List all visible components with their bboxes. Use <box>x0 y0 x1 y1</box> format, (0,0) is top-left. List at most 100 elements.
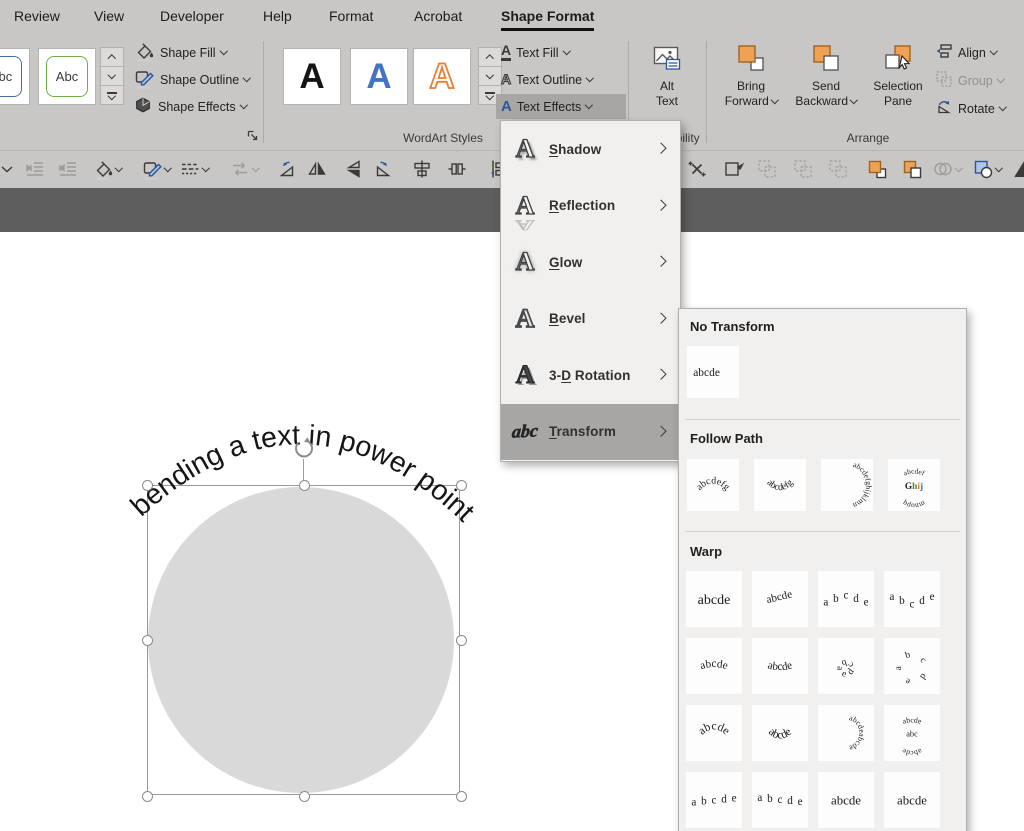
rotate-left-90-icon[interactable] <box>274 158 296 180</box>
menu-tab-format[interactable]: Format <box>329 8 373 24</box>
transform-option-warp-option-15[interactable]: abcde <box>818 772 874 828</box>
transform-option-warp-option-9[interactable]: abcde <box>686 705 742 761</box>
menu-tab-view[interactable]: View <box>94 8 124 24</box>
shape-styles-dialog-launcher[interactable] <box>246 129 259 142</box>
transform-option-warp-option-2[interactable]: abcde <box>752 571 808 627</box>
ribbon-button-shape-effects[interactable]: Shape Effects <box>128 94 251 119</box>
text-fill-icon: A <box>501 44 511 61</box>
resize-handle[interactable] <box>299 791 310 802</box>
transform-option-no-transform[interactable]: abcde <box>687 346 739 398</box>
ribbon-button-align[interactable]: Align <box>930 40 1001 65</box>
transform-option-warp-option-16[interactable]: abcde <box>884 772 940 828</box>
transform-submenu: No Transform abcde Follow Path abcdefgab… <box>678 308 967 831</box>
bring-forward-small-icon[interactable] <box>866 158 888 180</box>
arrow-style-icon <box>229 158 259 180</box>
transform-option-warp-option-1[interactable]: abcde <box>686 571 742 627</box>
menu-tab-developer[interactable]: Developer <box>160 8 224 24</box>
ribbon-button-rotate[interactable]: Rotate <box>930 96 1010 121</box>
svg-text:d: d <box>721 794 727 806</box>
svg-text:abcdefg: abcdefg <box>694 475 732 492</box>
menu-tab-review[interactable]: Review <box>14 8 60 24</box>
selection-pane-icon <box>860 43 936 76</box>
transform-option-warp-option-12[interactable]: abcdeabcabcde <box>884 705 940 761</box>
wordart-style-thumb[interactable]: A <box>283 48 341 105</box>
dash-style-icon[interactable] <box>179 158 209 180</box>
more-options-icon[interactable] <box>0 158 18 180</box>
transform-option-warp-option-13[interactable]: abcde <box>686 772 742 828</box>
resize-handle[interactable] <box>142 791 153 802</box>
svg-text:d: d <box>853 593 859 605</box>
alt-text-button[interactable]: AltText <box>629 43 705 109</box>
resize-handle[interactable] <box>456 480 467 491</box>
ribbon-button-send-backward[interactable]: SendBackward <box>788 43 864 109</box>
resize-handle[interactable] <box>299 480 310 491</box>
svg-text:e: e <box>732 793 737 805</box>
align-center-icon[interactable] <box>411 158 433 180</box>
format-painter-partial-icon[interactable] <box>1012 158 1024 180</box>
menu-tab-acrobat[interactable]: Acrobat <box>414 8 462 24</box>
shape-style-thumb[interactable]: Abc <box>0 48 30 105</box>
svg-text:b: b <box>833 593 839 605</box>
button-label: Align <box>958 46 986 60</box>
button-label: Text Fill <box>516 46 558 60</box>
crop-fit-icon[interactable] <box>686 158 708 180</box>
shape-outline-color-icon[interactable] <box>141 158 171 180</box>
resize-handle[interactable] <box>456 791 467 802</box>
ribbon-button-text-effects[interactable]: AText Effects <box>496 94 626 119</box>
section-divider <box>685 531 960 532</box>
svg-text:Ghij: Ghij <box>905 482 923 492</box>
resize-handle[interactable] <box>456 635 467 646</box>
shape-fill-color-icon[interactable] <box>92 158 122 180</box>
ribbon-button-shape-outline[interactable]: Shape Outline <box>128 67 255 92</box>
transform-option-warp-option-8[interactable]: abcde <box>884 638 940 694</box>
transform-option-warp-option-6[interactable]: abcde <box>752 638 808 694</box>
ribbon-button-selection-pane[interactable]: SelectionPane <box>860 43 936 109</box>
scroll-down-button[interactable] <box>100 66 124 86</box>
flip-vertical-icon[interactable] <box>306 158 328 180</box>
menu-item-glow[interactable]: AGlow <box>501 234 680 291</box>
resize-handle[interactable] <box>142 635 153 646</box>
transform-option-button[interactable]: abcdefGhijmnopq <box>888 459 940 511</box>
rotate-right-90-icon[interactable] <box>374 158 396 180</box>
menu-tab-shape-format[interactable]: Shape Format <box>501 8 594 31</box>
wordart-letter: A <box>429 57 454 97</box>
transform-option-warp-option-3[interactable]: abcde <box>818 571 874 627</box>
transform-option-warp-option-10[interactable]: abcde <box>752 705 808 761</box>
ribbon-button-text-outline[interactable]: AText Outline <box>496 67 626 92</box>
combine-shapes-icon[interactable] <box>972 158 1002 180</box>
rotation-handle[interactable] <box>290 436 316 462</box>
transform-option-warp-option-14[interactable]: abcde <box>752 772 808 828</box>
menu-item-reflection[interactable]: AReflection <box>501 178 680 235</box>
flip-horizontal-icon[interactable] <box>342 158 364 180</box>
chevron-down-icon <box>585 101 593 109</box>
transform-option-arch-down[interactable]: abcdefg <box>754 459 806 511</box>
transform-option-circle[interactable]: abcdefghijklmn <box>821 459 873 511</box>
send-backward-small-icon[interactable] <box>901 158 923 180</box>
menu-item-transform[interactable]: abcTransform <box>501 404 680 461</box>
ribbon-button-bring-forward[interactable]: BringForward <box>713 43 789 109</box>
ribbon-button-text-fill[interactable]: A Text Fill <box>496 40 626 65</box>
gallery-more-button[interactable] <box>100 85 124 105</box>
svg-text:a: a <box>894 665 904 670</box>
ribbon-button-shape-fill[interactable]: Shape Fill <box>128 40 231 65</box>
shape-style-thumb[interactable]: Abc <box>38 48 96 105</box>
section-divider <box>685 419 960 420</box>
transform-option-warp-option-11[interactable]: abcdeabcde <box>818 705 874 761</box>
menu-item-bevel[interactable]: ABevel <box>501 291 680 348</box>
resize-handle[interactable] <box>142 480 153 491</box>
ribbon-button-group: Group <box>930 68 1008 93</box>
menu-tab-help[interactable]: Help <box>263 8 292 24</box>
wordart-curved-text[interactable]: bending a text in power point <box>100 390 520 565</box>
wordart-style-thumb[interactable]: A <box>350 48 408 105</box>
transform-option-warp-option-4[interactable]: abcde <box>884 571 940 627</box>
align-middle-icon[interactable] <box>446 158 468 180</box>
edit-points-icon[interactable] <box>722 158 744 180</box>
scroll-up-button[interactable] <box>100 47 124 67</box>
menu-item-shadow[interactable]: AShadow <box>501 121 680 178</box>
transform-option-warp-option-5[interactable]: abcde <box>686 638 742 694</box>
svg-text:b: b <box>701 796 707 808</box>
wordart-style-thumb[interactable]: A <box>413 48 471 105</box>
menu-item-3-d-rotation[interactable]: A3-D Rotation <box>501 347 680 404</box>
transform-option-arch[interactable]: abcdefg <box>687 459 739 511</box>
transform-option-warp-option-7[interactable]: abcde <box>818 638 874 694</box>
